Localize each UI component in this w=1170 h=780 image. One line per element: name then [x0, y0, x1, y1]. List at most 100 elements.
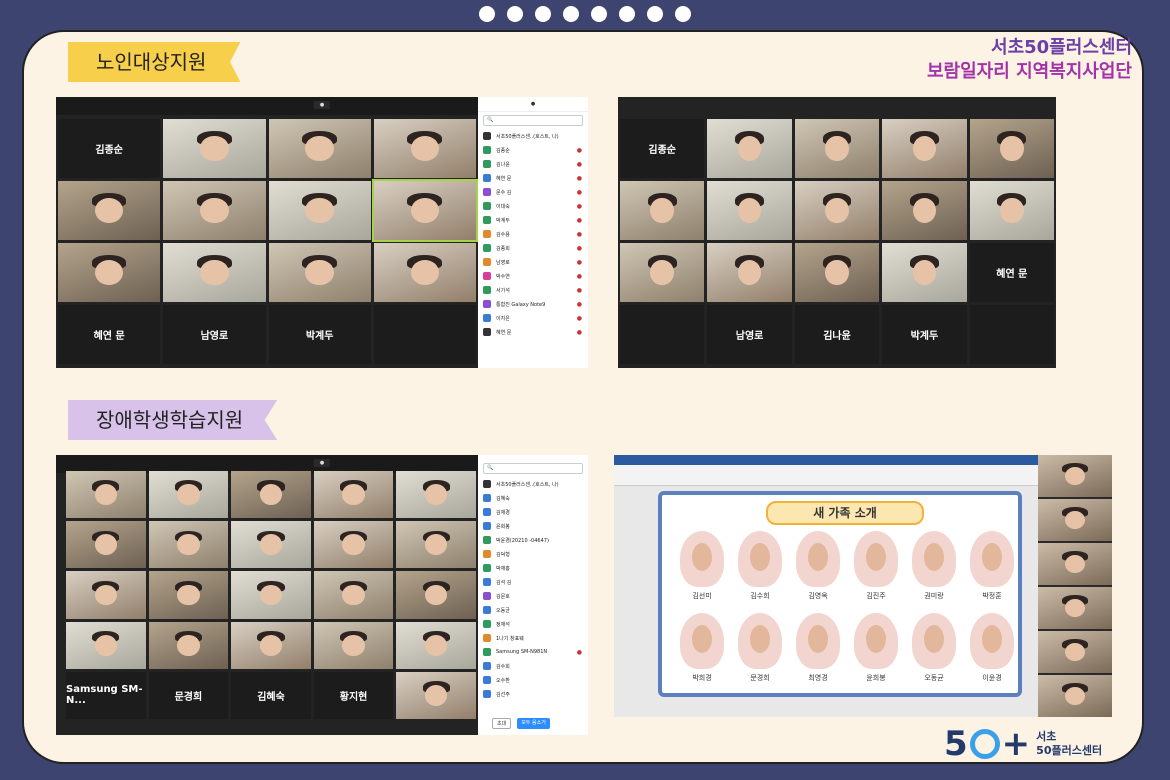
participant-row[interactable]: 김재경: [478, 505, 588, 519]
participant-row[interactable]: 김수용 ●: [478, 227, 588, 241]
page-dot[interactable]: [507, 6, 523, 22]
video-tile[interactable]: [148, 471, 229, 519]
video-tile[interactable]: 박계두: [882, 305, 967, 364]
page-dot[interactable]: [591, 6, 607, 22]
video-tile[interactable]: [231, 471, 311, 519]
participant-row[interactable]: 혜연 문 ●: [478, 171, 588, 185]
participant-row[interactable]: 김나윤 ●: [478, 157, 588, 171]
video-tile[interactable]: [66, 621, 146, 669]
video-tile[interactable]: [794, 181, 880, 240]
video-tile[interactable]: [268, 181, 371, 240]
participant-row[interactable]: 이대숙 ●: [478, 199, 588, 213]
video-tile[interactable]: 박계두: [268, 305, 371, 364]
video-tile[interactable]: [373, 119, 476, 178]
page-dot[interactable]: [675, 6, 691, 22]
video-tile[interactable]: [58, 181, 161, 240]
participant-row[interactable]: Samsung SM-N981N ●: [478, 645, 588, 659]
video-tile[interactable]: [620, 243, 705, 302]
video-tile[interactable]: [231, 521, 311, 569]
video-tile[interactable]: [148, 571, 229, 619]
video-tile-active[interactable]: [371, 179, 479, 242]
video-tile[interactable]: [1038, 587, 1112, 629]
participant-row[interactable]: 정재석: [478, 617, 588, 631]
participant-row[interactable]: 서초50플러스센..(호스트, 나): [478, 129, 588, 143]
video-tile[interactable]: [969, 181, 1054, 240]
invite-button[interactable]: 초대: [492, 718, 512, 729]
participant-row[interactable]: 박윤경(20210 -04647): [478, 533, 588, 547]
video-tile[interactable]: [268, 119, 371, 178]
video-tile[interactable]: 김종순: [58, 119, 161, 178]
mute-all-button[interactable]: 모두 음소거: [517, 718, 550, 729]
video-tile[interactable]: [163, 243, 266, 302]
participant-row[interactable]: 김선주: [478, 687, 588, 701]
participant-row[interactable]: 오수환: [478, 673, 588, 687]
video-tile[interactable]: [707, 243, 792, 302]
video-tile[interactable]: 문경희: [148, 671, 229, 719]
video-tile[interactable]: [313, 471, 394, 519]
participant-row[interactable]: 혜연 문 ●: [478, 325, 588, 339]
video-tile[interactable]: [396, 571, 476, 619]
video-tile[interactable]: [1038, 543, 1112, 585]
video-tile[interactable]: 김종순: [620, 119, 705, 178]
participant-row[interactable]: 남영로 ●: [478, 255, 588, 269]
video-tile[interactable]: [396, 471, 476, 519]
video-tile[interactable]: [1038, 631, 1112, 673]
video-tile[interactable]: [1038, 675, 1112, 717]
video-tile[interactable]: [66, 571, 146, 619]
video-tile[interactable]: [373, 243, 476, 302]
video-tile[interactable]: [969, 305, 1054, 364]
video-tile[interactable]: [268, 243, 371, 302]
video-tile[interactable]: [396, 671, 476, 719]
video-tile[interactable]: [148, 521, 229, 569]
video-tile[interactable]: [373, 305, 476, 364]
video-tile[interactable]: 김나윤: [794, 305, 880, 364]
video-tile[interactable]: [163, 119, 266, 178]
video-tile[interactable]: [794, 243, 880, 302]
video-tile[interactable]: 혜연 문: [969, 243, 1054, 302]
participant-row[interactable]: 오동균: [478, 603, 588, 617]
video-tile[interactable]: [1038, 499, 1112, 541]
video-tile[interactable]: [620, 181, 705, 240]
participant-row[interactable]: 문수 김 ●: [478, 185, 588, 199]
participant-row[interactable]: 김종순 ●: [478, 143, 588, 157]
video-tile[interactable]: 김혜숙: [231, 671, 311, 719]
participant-row[interactable]: 김석 김: [478, 575, 588, 589]
video-tile[interactable]: [707, 181, 792, 240]
video-tile[interactable]: [148, 621, 229, 669]
page-dot[interactable]: [563, 6, 579, 22]
participant-row[interactable]: 김문호: [478, 589, 588, 603]
participant-row[interactable]: 통합진 Galaxy Note9 ●: [478, 297, 588, 311]
video-tile[interactable]: [1038, 455, 1112, 497]
video-tile[interactable]: 황지현: [313, 671, 394, 719]
video-tile[interactable]: [620, 305, 705, 364]
video-tile[interactable]: [707, 119, 792, 178]
participant-row[interactable]: 박재홍: [478, 561, 588, 575]
video-tile[interactable]: [882, 243, 967, 302]
video-tile[interactable]: [313, 521, 394, 569]
page-dot[interactable]: [479, 6, 495, 22]
video-tile[interactable]: [58, 243, 161, 302]
video-tile[interactable]: 남영로: [707, 305, 792, 364]
video-tile[interactable]: [313, 621, 394, 669]
participant-row[interactable]: 서초50플러스센..(호스트, 나): [478, 477, 588, 491]
participant-row[interactable]: 김덕형: [478, 547, 588, 561]
video-tile[interactable]: [882, 119, 967, 178]
participant-row[interactable]: 윤희봉: [478, 519, 588, 533]
video-tile[interactable]: [66, 471, 146, 519]
page-dot[interactable]: [535, 6, 551, 22]
participant-row[interactable]: 서기석 ●: [478, 283, 588, 297]
participant-row[interactable]: 김혜숙: [478, 491, 588, 505]
participant-row[interactable]: 김수희: [478, 659, 588, 673]
participant-row[interactable]: 박계두 ●: [478, 213, 588, 227]
video-tile[interactable]: Samsung SM-N...: [66, 671, 146, 719]
participant-row[interactable]: 이지은 ●: [478, 311, 588, 325]
participant-row[interactable]: 김종희 ●: [478, 241, 588, 255]
video-tile[interactable]: [313, 571, 394, 619]
page-dot[interactable]: [619, 6, 635, 22]
video-tile[interactable]: 남영로: [163, 305, 266, 364]
video-tile[interactable]: [163, 181, 266, 240]
page-dot[interactable]: [647, 6, 663, 22]
participant-row[interactable]: 1나기 창표웨: [478, 631, 588, 645]
video-tile[interactable]: [396, 621, 476, 669]
video-tile[interactable]: [794, 119, 880, 178]
